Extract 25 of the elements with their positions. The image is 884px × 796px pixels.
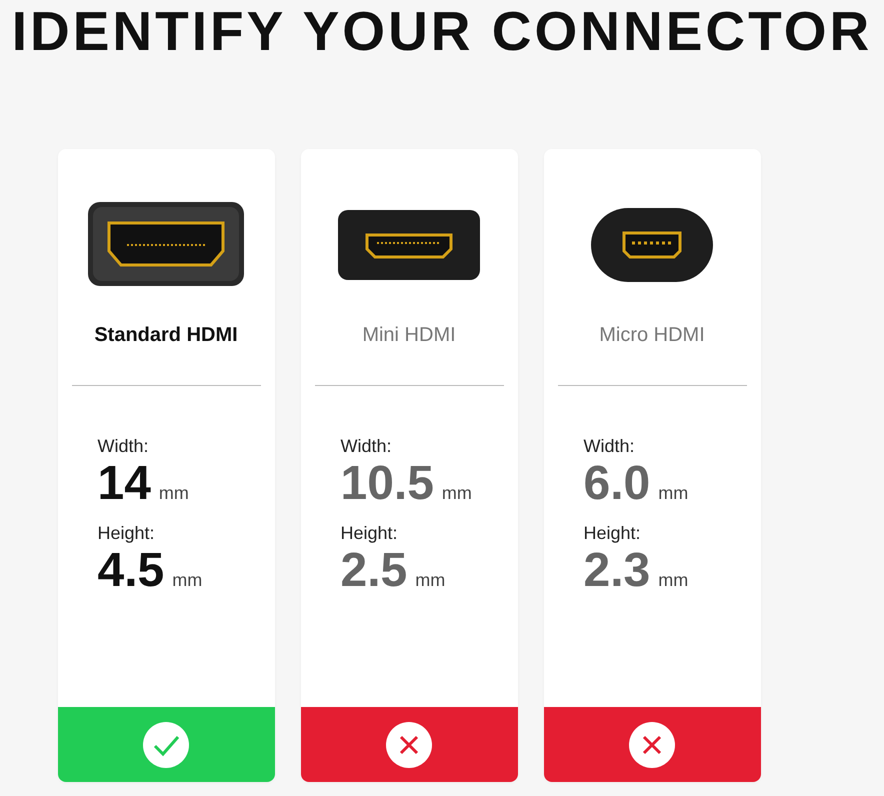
check-icon: [143, 722, 189, 768]
connector-name: Micro HDMI: [598, 324, 706, 347]
height-label: Height:: [340, 523, 399, 544]
width-unit: mm: [158, 483, 189, 504]
height-label: Height:: [584, 523, 642, 544]
height-value: 2.5: [340, 546, 408, 596]
connector-name: Mini HDMI: [361, 324, 457, 347]
width-unit: mm: [442, 483, 472, 504]
height-unit: mm: [658, 570, 688, 591]
height-unit: mm: [415, 570, 446, 591]
close-icon: [386, 722, 432, 768]
height-value: 2.3: [584, 546, 650, 596]
width-unit: mm: [658, 483, 688, 504]
width-label: Width:: [584, 436, 636, 457]
height-label: Height:: [98, 523, 156, 544]
height-value: 4.5: [98, 546, 164, 596]
width-value: 6.0: [584, 459, 650, 509]
width-value: 14: [98, 459, 151, 509]
page-title: IDENTIFY YOUR CONNECTOR: [12, 0, 872, 60]
width-label: Width:: [98, 436, 150, 457]
width-label: Width:: [340, 436, 393, 457]
height-unit: mm: [172, 570, 202, 591]
connector-name: Standard HDMI: [93, 324, 239, 347]
close-icon: [629, 722, 675, 768]
width-value: 10.5: [340, 459, 434, 509]
